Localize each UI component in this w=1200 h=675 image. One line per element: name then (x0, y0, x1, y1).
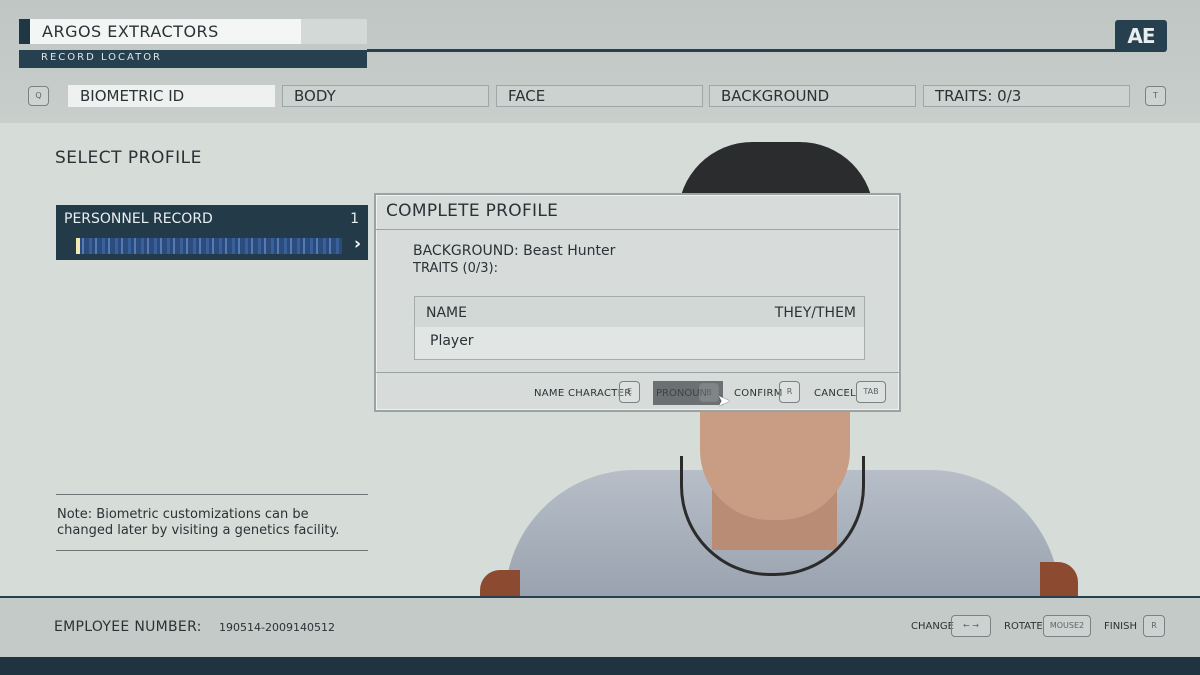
pronoun-header: THEY/THEM (774, 305, 856, 321)
next-tab-key[interactable]: T (1145, 86, 1166, 106)
note-divider-bottom (56, 550, 368, 551)
select-profile-heading: SELECT PROFILE (55, 148, 202, 168)
record-locator-label: RECORD LOCATOR (41, 52, 163, 63)
tab-biometric-id[interactable]: BIOMETRIC ID (68, 85, 275, 107)
note-divider-top (56, 494, 368, 495)
record-locator-bar: RECORD LOCATOR (19, 50, 367, 68)
dialog-title: COMPLETE PROFILE (376, 195, 899, 230)
personnel-record-number: 1 (350, 211, 359, 227)
finish-key[interactable]: R (1143, 615, 1165, 637)
pronoun-key: B (699, 383, 719, 402)
prev-tab-key[interactable]: Q (28, 86, 49, 106)
record-slider-track[interactable] (76, 238, 342, 254)
pronoun-button[interactable]: PRONOUN B (653, 381, 723, 405)
tab-body[interactable]: BODY (282, 85, 489, 107)
change-key[interactable]: ← → (951, 615, 991, 637)
background-label: BACKGROUND: (413, 243, 519, 259)
footer-strip (0, 657, 1200, 675)
name-field-box: NAME THEY/THEM Player (414, 296, 865, 360)
company-banner-tail (301, 19, 367, 44)
tab-face[interactable]: FACE (496, 85, 703, 107)
genetics-note: Note: Biometric customizations can be ch… (57, 507, 340, 538)
confirm-key[interactable]: R (779, 381, 800, 403)
complete-profile-dialog: COMPLETE PROFILE BACKGROUND: Beast Hunte… (374, 193, 901, 412)
finish-hint-label: FINISH (1104, 621, 1137, 632)
record-slider-handle[interactable] (76, 238, 80, 254)
personnel-record-label: PERSONNEL RECORD (64, 211, 213, 227)
mouse-cursor-icon: ➤ (717, 391, 731, 410)
header-divider (367, 49, 1127, 52)
name-header: NAME (426, 305, 467, 321)
company-banner: ARGOS EXTRACTORS (19, 19, 367, 44)
character-shoulder-left (480, 570, 520, 598)
rotate-key[interactable]: MOUSE2 (1043, 615, 1091, 637)
tab-traits[interactable]: TRAITS: 0/3 (923, 85, 1130, 107)
cancel-key[interactable]: TAB (856, 381, 886, 403)
company-name: ARGOS EXTRACTORS (42, 22, 219, 41)
background-value: Beast Hunter (523, 243, 616, 259)
tab-background[interactable]: BACKGROUND (709, 85, 916, 107)
employee-number-value: 190514-2009140512 (219, 621, 335, 634)
name-character-label[interactable]: NAME CHARACTER (534, 388, 632, 399)
background-line: BACKGROUND: Beast Hunter (413, 243, 615, 259)
name-input[interactable]: Player (415, 327, 864, 359)
traits-label: TRAITS (0/3): (413, 261, 498, 276)
confirm-label[interactable]: CONFIRM (734, 388, 783, 399)
name-character-key[interactable]: E (619, 381, 640, 403)
rotate-hint-label: ROTATE (1004, 621, 1043, 632)
cancel-label[interactable]: CANCEL (814, 388, 856, 399)
character-shoulder-right (1040, 562, 1078, 598)
chevron-right-icon[interactable]: › (354, 234, 361, 254)
dialog-footer-divider (376, 372, 899, 373)
personnel-record-card[interactable]: PERSONNEL RECORD 1 › (56, 205, 368, 260)
constellation-logo-icon: AE (1115, 20, 1167, 52)
employee-number-label: EMPLOYEE NUMBER: (54, 619, 202, 635)
change-hint-label: CHANGE (911, 621, 954, 632)
